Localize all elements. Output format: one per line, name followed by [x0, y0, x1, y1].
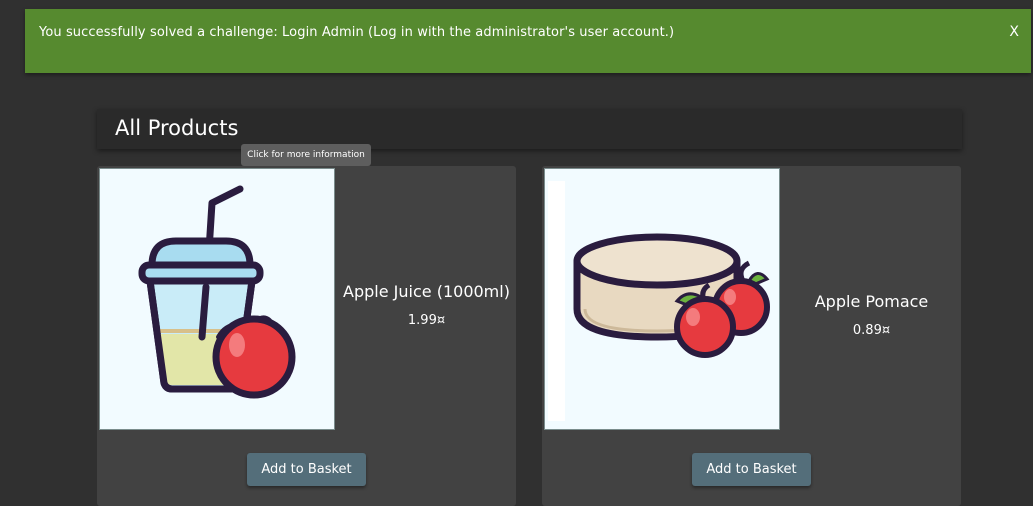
product-card-apple-pomace[interactable]: Apple Pomace 0.89¤ Add to Basket — [542, 166, 961, 506]
product-card-apple-juice[interactable]: Apple Juice (1000ml) 1.99¤ Add to Basket — [97, 166, 516, 506]
product-price: 1.99¤ — [407, 313, 446, 328]
add-to-basket-button[interactable]: Add to Basket — [692, 453, 811, 486]
product-info-apple-juice: Apple Juice (1000ml) 1.99¤ — [337, 282, 516, 329]
product-image-apple-pomace[interactable] — [544, 168, 780, 430]
product-image-apple-juice[interactable] — [99, 168, 335, 430]
page-heading-bar: All Products — [97, 109, 962, 149]
apple-pomace-icon — [548, 181, 770, 421]
close-notification-button[interactable]: X — [1009, 24, 1019, 40]
apple-juice-icon — [138, 185, 296, 399]
product-name: Apple Pomace — [814, 292, 929, 311]
notification-message: You successfully solved a challenge: Log… — [39, 25, 675, 40]
add-to-basket-button[interactable]: Add to Basket — [247, 453, 366, 486]
challenge-solved-notification: You successfully solved a challenge: Log… — [25, 9, 1031, 73]
product-info-apple-pomace: Apple Pomace 0.89¤ — [782, 292, 961, 339]
page-title: All Products — [115, 116, 239, 140]
tooltip: Click for more information — [241, 144, 371, 166]
product-name: Apple Juice (1000ml) — [343, 282, 510, 301]
product-price: 0.89¤ — [852, 323, 891, 338]
